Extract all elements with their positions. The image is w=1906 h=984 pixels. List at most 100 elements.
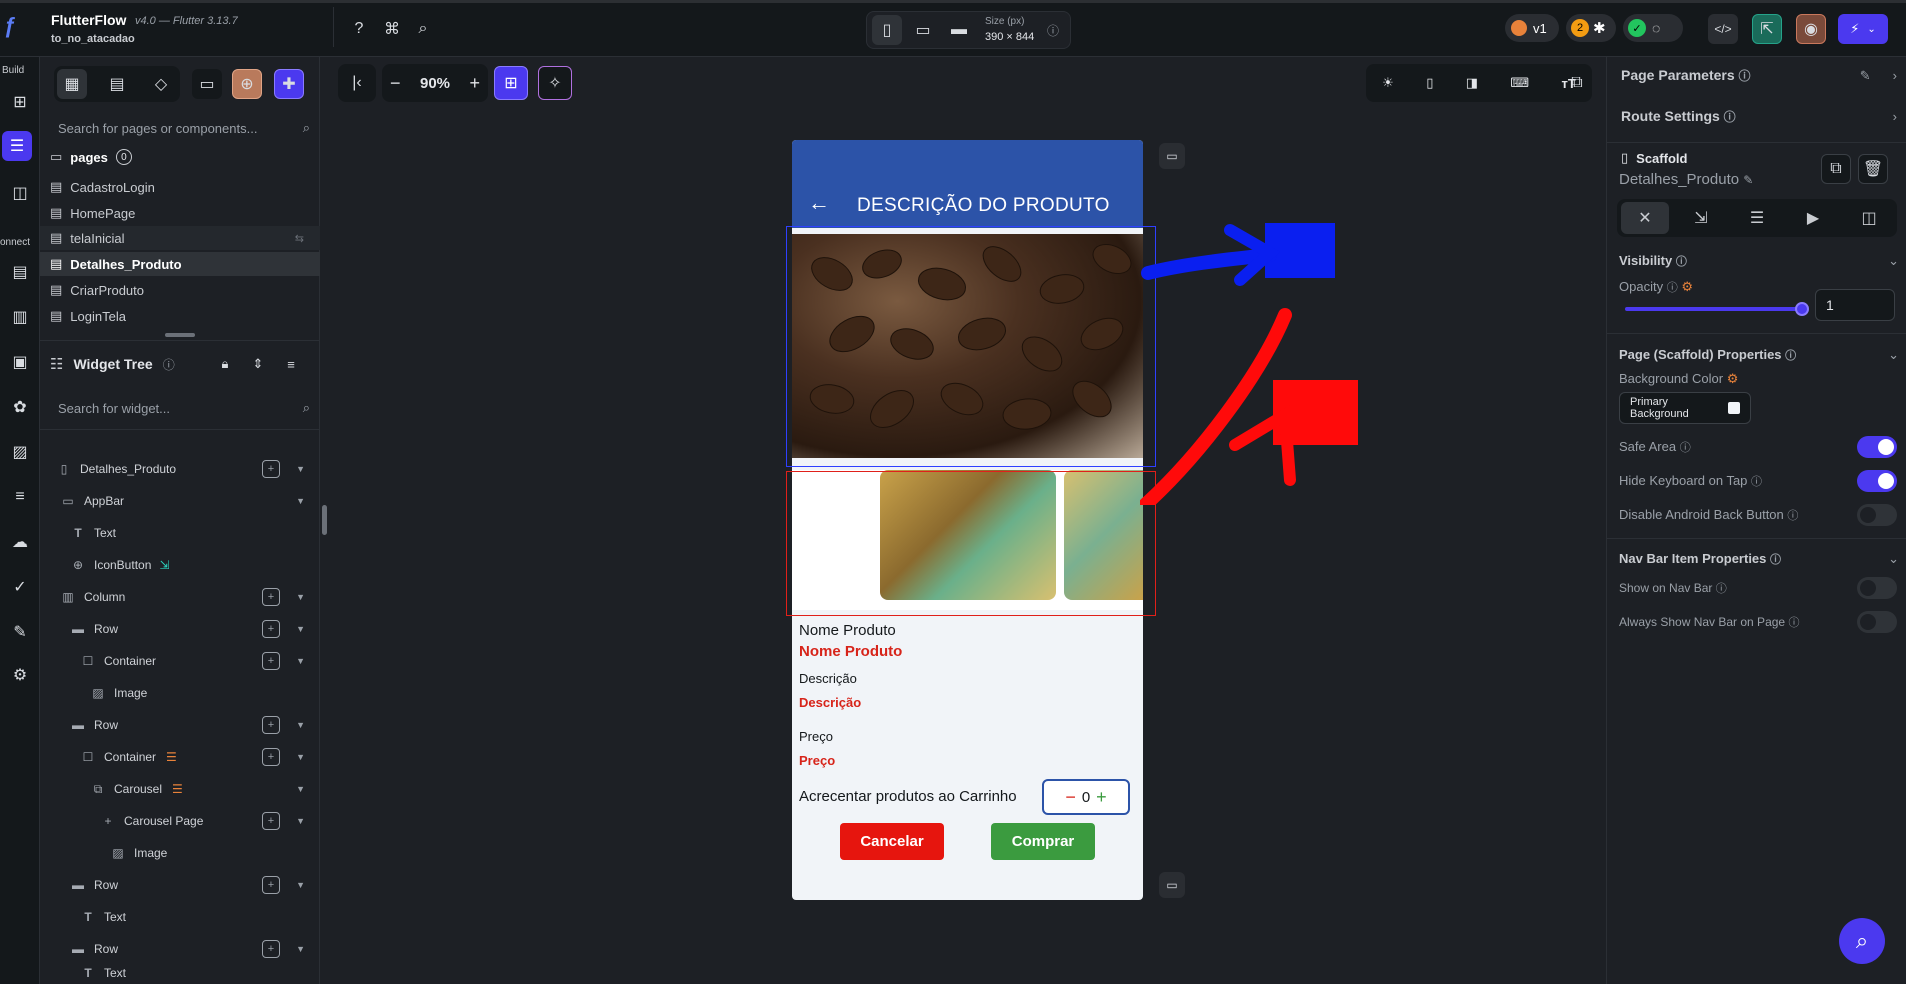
preview-eye-icon[interactable]: ◉ xyxy=(1796,14,1826,44)
caret-icon[interactable]: ▼ xyxy=(296,720,305,730)
caret-icon[interactable]: ▼ xyxy=(296,624,305,634)
tree-view-icon[interactable]: ⧉ xyxy=(1562,68,1592,98)
search-icon[interactable]: ⌕ xyxy=(408,14,438,44)
widget-tree-icon[interactable]: ☰ xyxy=(2,131,32,161)
api-icon[interactable]: ▥ xyxy=(5,302,35,332)
add-child-icon[interactable]: + xyxy=(262,460,280,478)
caret-icon[interactable]: ▼ xyxy=(296,880,305,890)
command-icon[interactable]: ⌘ xyxy=(377,14,407,44)
buy-button[interactable]: Comprar xyxy=(991,823,1095,860)
lock-icon[interactable]: 🔒︎ xyxy=(210,349,240,379)
add-child-icon[interactable]: + xyxy=(262,620,280,638)
state-tab-icon[interactable]: ◫ xyxy=(1845,202,1893,234)
project-name[interactable]: to_no_atacadao xyxy=(51,33,135,45)
zoom-in-icon[interactable]: + xyxy=(469,73,480,94)
show-nav-toggle[interactable] xyxy=(1857,577,1897,599)
help-icon[interactable]: ? xyxy=(344,14,374,44)
chevron-right-icon[interactable]: › xyxy=(1893,68,1897,84)
tree-node-carousel[interactable]: ⧉ Carousel ☰ ▼ xyxy=(40,774,320,804)
appbar-toggle-icon[interactable]: ▭ xyxy=(1159,143,1185,169)
add-child-icon[interactable]: + xyxy=(262,876,280,894)
tree-node-row[interactable]: ▬ Row + ▼ xyxy=(40,710,320,740)
pages-tab-icon[interactable]: ▦ xyxy=(57,69,87,99)
storyboard-icon[interactable]: ▣ xyxy=(5,347,35,377)
copy-icon[interactable]: ⧉ xyxy=(1821,154,1851,184)
caret-icon[interactable]: ▼ xyxy=(296,944,305,954)
share-icon[interactable]: ⇱ xyxy=(1752,14,1782,44)
responsive-icon[interactable]: ◨ xyxy=(1466,75,1478,91)
test-icon[interactable]: ✓ xyxy=(5,572,35,602)
collaboration-badge[interactable]: ✓ ◌ xyxy=(1623,14,1683,42)
add-child-icon[interactable]: + xyxy=(262,748,280,766)
tree-node-image[interactable]: ▨ Image xyxy=(40,678,320,708)
variable-icon[interactable]: ⚙ xyxy=(1727,371,1739,386)
always-nav-toggle[interactable] xyxy=(1857,611,1897,633)
opacity-slider[interactable] xyxy=(1625,307,1801,311)
zoom-out-icon[interactable]: − xyxy=(390,73,401,94)
actions-tab-icon[interactable]: ⇲ xyxy=(1677,202,1725,234)
theme-tab-icon[interactable]: ◇ xyxy=(146,69,176,99)
run-button[interactable]: ⚡ ⌄ xyxy=(1838,14,1888,44)
page-item-cadastrologin[interactable]: ▤ CadastroLogin xyxy=(50,175,155,199)
add-child-icon[interactable]: + xyxy=(262,940,280,958)
tree-node-row[interactable]: ▬ Row + ▼ xyxy=(40,614,320,644)
tree-node-appbar[interactable]: ▭ AppBar ▼ xyxy=(40,486,320,516)
tree-node-iconbutton[interactable]: ⊕ IconButton ⇲ xyxy=(40,550,320,580)
minus-icon[interactable]: − xyxy=(1065,787,1076,808)
media-icon[interactable]: ▨ xyxy=(5,437,35,467)
page-item-detalhes-produto[interactable]: ▤ Detalhes_Produto xyxy=(40,252,320,276)
ai-gen-icon[interactable]: ⊞ xyxy=(494,66,528,100)
collapse-panel-button[interactable]: |‹ xyxy=(338,64,376,102)
add-child-icon[interactable]: + xyxy=(262,716,280,734)
opacity-slider-handle[interactable] xyxy=(1795,302,1809,316)
tree-node-text[interactable]: T Text xyxy=(40,902,320,932)
zoom-level[interactable]: 90% xyxy=(420,75,450,92)
edit-icon[interactable]: ✎ xyxy=(1860,68,1871,84)
panel-scrollbar[interactable] xyxy=(322,505,327,535)
caret-icon[interactable]: ▼ xyxy=(296,784,305,794)
keyboard-icon[interactable]: ⌨ xyxy=(1510,75,1529,91)
add-child-icon[interactable]: + xyxy=(262,588,280,606)
settings-gear-icon[interactable]: ⚙ xyxy=(5,660,35,690)
issues-badge[interactable]: 2 ✱ xyxy=(1566,14,1616,42)
components-tab-icon[interactable]: ▤ xyxy=(102,69,132,99)
add-child-icon[interactable]: + xyxy=(262,652,280,670)
add-component-icon[interactable]: ✚ xyxy=(274,69,304,99)
properties-tab-icon[interactable]: ✕ xyxy=(1621,202,1669,234)
back-arrow-icon[interactable]: ← xyxy=(808,190,830,216)
navbar-toggle-icon[interactable]: ▭ xyxy=(1159,872,1185,898)
page-item-homepage[interactable]: ▤ HomePage xyxy=(50,201,135,225)
support-search-button[interactable]: ⌕ xyxy=(1839,918,1885,964)
visibility-section[interactable]: Visibility ⓘ ⌄ xyxy=(1619,253,1899,269)
widget-name[interactable]: Detalhes_Produto ✎ xyxy=(1619,171,1753,188)
page-parameters-row[interactable]: Page Parameters ⓘ ✎ › xyxy=(1621,67,1897,84)
phone-frame-icon[interactable]: ▯ xyxy=(1426,75,1433,91)
new-folder-icon[interactable]: ▭ xyxy=(192,69,222,99)
animation-tab-icon[interactable]: ▶ xyxy=(1789,202,1837,234)
tree-node-image[interactable]: ▨ Image xyxy=(40,838,320,868)
components-icon[interactable]: ◫ xyxy=(5,178,35,208)
plus-icon[interactable]: + xyxy=(1096,787,1107,808)
chevron-down-icon[interactable]: ⌄ xyxy=(1888,347,1899,363)
caret-icon[interactable]: ▼ xyxy=(296,656,305,666)
desktop-device-icon[interactable]: ▬ xyxy=(944,15,974,45)
bg-color-picker[interactable]: Primary Background xyxy=(1619,392,1751,424)
text-styles-icon[interactable]: ≡ xyxy=(5,482,35,512)
widget-search[interactable]: Search for widget... ⌕ xyxy=(40,391,320,425)
chevron-down-icon[interactable]: ⌄ xyxy=(1888,253,1899,269)
hide-keyboard-toggle[interactable] xyxy=(1857,470,1897,492)
tablet-device-icon[interactable]: ▭ xyxy=(908,15,938,45)
scaffold-properties-section[interactable]: Page (Scaffold) Properties ⓘ ⌄ xyxy=(1619,347,1899,363)
cancel-button[interactable]: Cancelar xyxy=(840,823,944,860)
caret-icon[interactable]: ▼ xyxy=(296,752,305,762)
variable-icon[interactable]: ⚙ xyxy=(1681,279,1693,294)
sun-icon[interactable]: ☀ xyxy=(1382,75,1394,91)
info-icon[interactable]: ⓘ xyxy=(1047,22,1059,39)
cloud-icon[interactable]: ☁ xyxy=(5,527,35,557)
tree-node-text[interactable]: T Text xyxy=(40,518,320,548)
caret-icon[interactable]: ▼ xyxy=(296,816,305,826)
tree-node-detalhes-produto[interactable]: ▯ Detalhes_Produto + ▼ xyxy=(40,454,320,484)
tree-node-column[interactable]: ▥ Column + ▼ xyxy=(40,582,320,612)
widget-search-input[interactable]: Search for widget... xyxy=(50,401,170,416)
chevron-right-icon[interactable]: › xyxy=(1893,109,1897,124)
